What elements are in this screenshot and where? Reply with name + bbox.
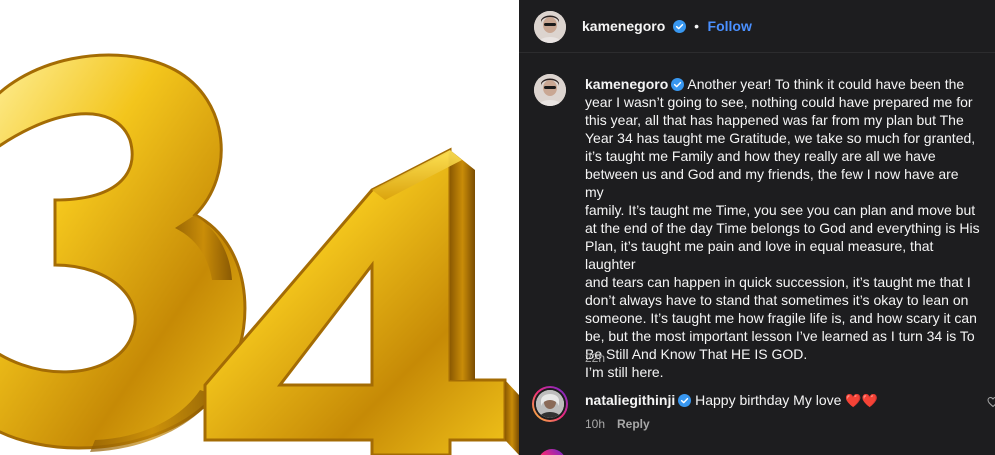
caption-line: be, but the most important lesson I’ve l… — [585, 328, 975, 344]
verified-badge-icon — [672, 20, 686, 33]
comment-timestamp[interactable]: 10h — [585, 417, 605, 431]
caption-line: someone. It’s taught me how fragile life… — [585, 310, 977, 326]
reply-button[interactable]: Reply — [617, 417, 650, 431]
caption-line: this year, all that has happened was far… — [585, 112, 964, 128]
gold-34-image — [0, 53, 519, 455]
follow-button[interactable]: Follow — [708, 18, 752, 34]
commenter-avatar[interactable] — [532, 386, 568, 422]
caption-line: I’m still here. — [585, 364, 664, 380]
caption-line: family. It’s taught me Time, you see you… — [585, 202, 976, 218]
separator-dot: • — [694, 18, 700, 34]
caption-username[interactable]: kamenegoro — [585, 76, 668, 92]
caption-timestamp[interactable]: 22h — [585, 351, 605, 365]
caption-line: Plan, it’s taught me pain and love in eq… — [585, 238, 934, 272]
post-image[interactable] — [0, 0, 519, 455]
caption-line: at the end of the day Time belongs to Go… — [585, 220, 980, 236]
profile-photo-icon — [534, 74, 566, 106]
author-username[interactable]: kamenegoro — [582, 18, 665, 34]
caption-line: year I wasn’t going to see, nothing coul… — [585, 94, 973, 110]
comment-text: Happy birthday My love — [695, 392, 842, 408]
heart-emoji-icon: ❤️❤️ — [845, 393, 878, 408]
caption-author-avatar[interactable] — [534, 74, 566, 106]
like-comment-icon[interactable] — [987, 396, 995, 408]
profile-photo-icon — [534, 11, 566, 43]
caption-line: between us and God and my friends, the f… — [585, 166, 959, 200]
caption-line: Year 34 has taught me Gratitude, we take… — [585, 130, 976, 146]
caption-line: don’t always have to stand that sometime… — [585, 292, 969, 308]
caption-line: Be Still And Know That HE IS GOD. — [585, 346, 808, 362]
post-caption: kamenegoro Another year! To think it cou… — [585, 75, 981, 381]
verified-badge-icon — [678, 394, 692, 407]
profile-photo-icon — [536, 390, 564, 418]
verified-badge-icon — [671, 78, 685, 91]
comment-item: nataliegithinji Happy birthday My love ❤… — [585, 392, 878, 409]
post-detail-panel: kamenegoro • Follow kamenegoro Another y… — [519, 0, 995, 455]
caption-line: Another year! To think it could have bee… — [687, 76, 965, 92]
caption-line: it’s taught me Family and how they reall… — [585, 148, 936, 164]
author-avatar[interactable] — [534, 11, 566, 43]
commenter-username[interactable]: nataliegithinji — [585, 392, 675, 408]
next-commenter-avatar[interactable] — [538, 449, 566, 455]
caption-line: and tears can happen in quick succession… — [585, 274, 971, 290]
post-header: kamenegoro • Follow — [519, 0, 995, 53]
